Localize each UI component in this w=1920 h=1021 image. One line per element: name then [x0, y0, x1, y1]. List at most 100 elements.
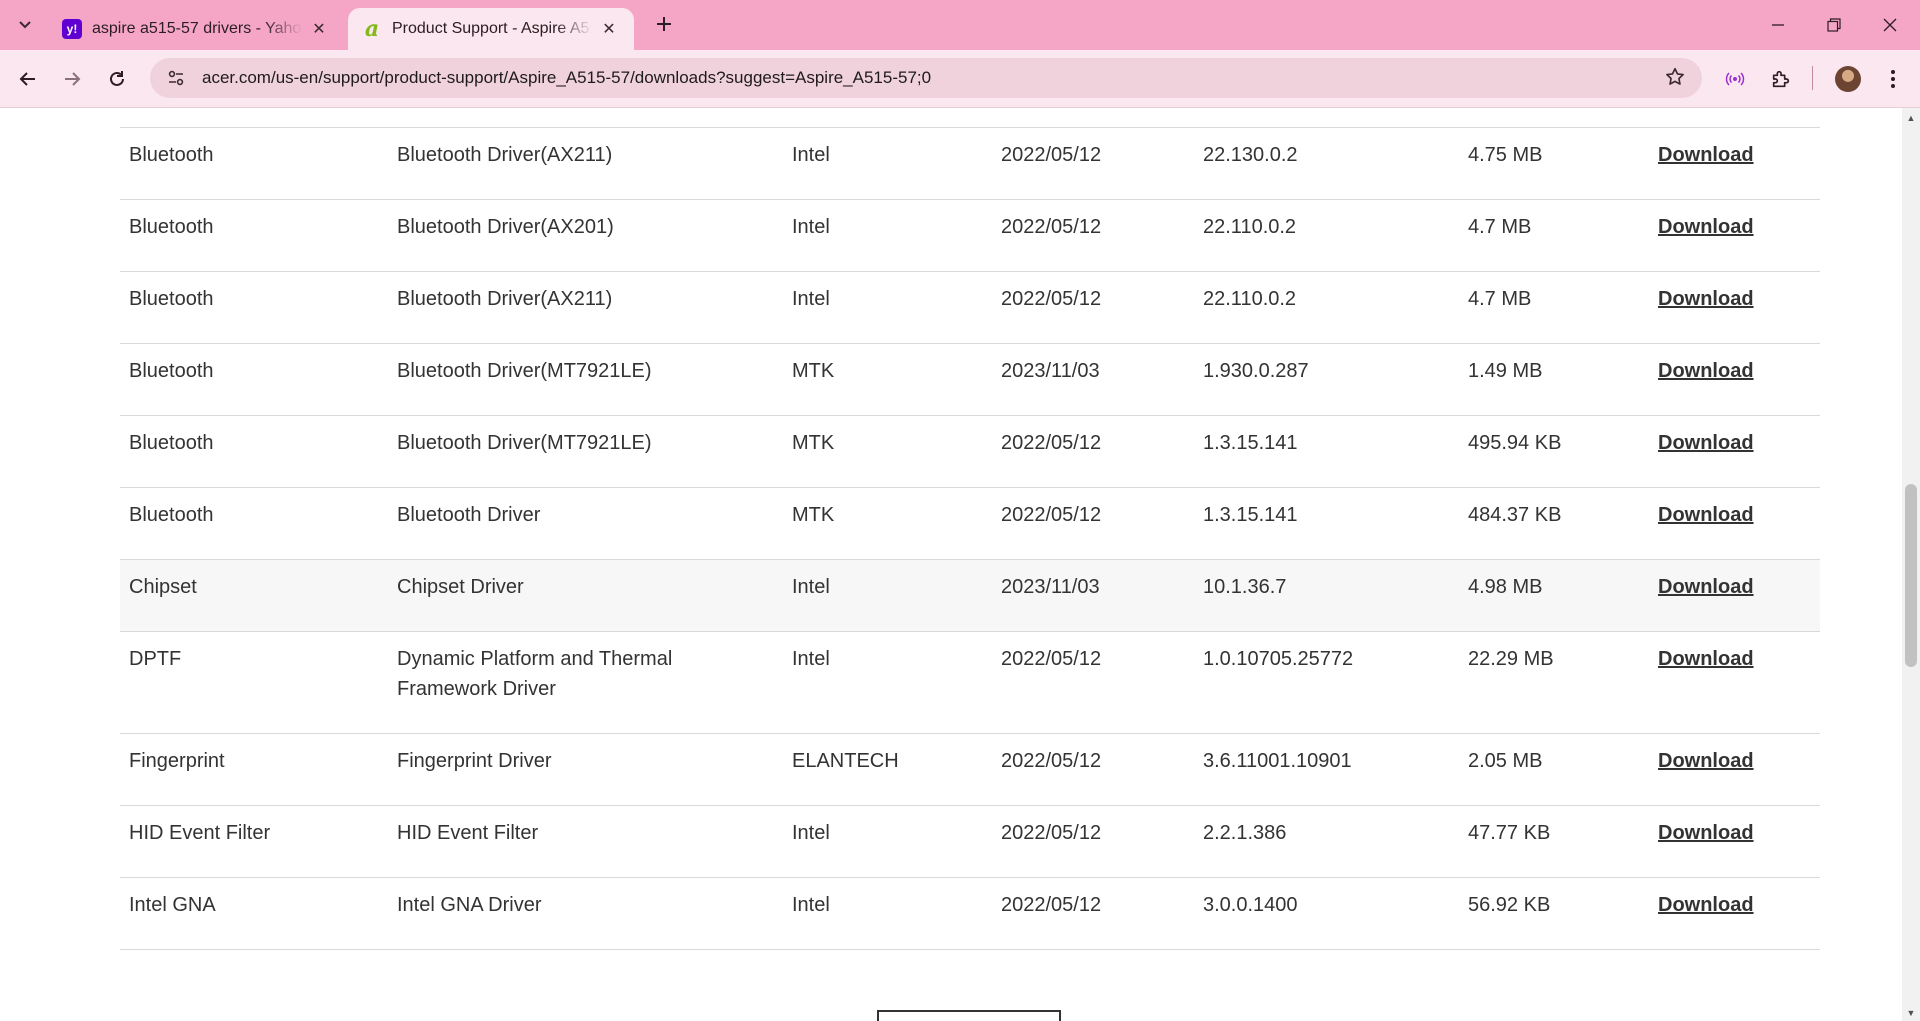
restore-button[interactable]	[1806, 0, 1862, 50]
driver-description: Chipset Driver	[397, 576, 524, 598]
driver-category: HID Event Filter	[129, 822, 271, 844]
download-link[interactable]: Download	[1658, 572, 1808, 602]
driver-date: 2023/11/03	[1001, 576, 1100, 598]
driver-size: 22.29 MB	[1468, 648, 1554, 670]
driver-size: 4.98 MB	[1468, 576, 1543, 598]
page-viewport: Bluetooth Bluetooth Driver(AX211) Intel 202…	[0, 108, 1902, 1021]
driver-date: 2022/05/12	[1001, 822, 1102, 844]
address-bar[interactable]: acer.com/us-en/support/product-support/A…	[150, 58, 1702, 98]
table-row: HID Event Filter HID Event Filter Intel 202…	[120, 806, 1820, 878]
driver-version: 1.3.15.141	[1203, 504, 1298, 526]
forward-button[interactable]	[57, 64, 87, 94]
driver-date: 2022/05/12	[1001, 144, 1102, 166]
tab-yahoo-search[interactable]: y! aspire a515-57 drivers - Yahoo Search…	[48, 8, 344, 50]
table-row: Intel GNA Intel GNA Driver Intel 2022/05/12…	[120, 878, 1820, 950]
driver-size: 2.05 MB	[1468, 750, 1543, 772]
restore-icon	[1827, 18, 1841, 32]
drivers-table: Bluetooth Bluetooth Driver(AX211) Intel 202…	[120, 108, 1820, 950]
table-row: Bluetooth Bluetooth Driver(MT7921LE) MTK 20…	[120, 344, 1820, 416]
driver-category: Bluetooth	[129, 144, 214, 166]
close-tab-icon[interactable]: ✕	[308, 18, 330, 40]
arrow-right-icon	[65, 72, 81, 86]
close-icon	[1883, 18, 1897, 32]
table-row: Bluetooth Bluetooth Driver(AX201) Intel 202…	[120, 200, 1820, 272]
url-text[interactable]: acer.com/us-en/support/product-support/A…	[202, 68, 931, 88]
menu-kebab-icon[interactable]	[1878, 64, 1908, 94]
driver-date: 2022/05/12	[1001, 288, 1102, 310]
driver-date: 2022/05/12	[1001, 432, 1102, 454]
toolbar-divider	[1812, 66, 1813, 90]
reload-button[interactable]	[102, 64, 132, 94]
driver-description: Fingerprint Driver	[397, 750, 552, 772]
driver-category: Bluetooth	[129, 504, 214, 526]
download-link[interactable]: Download	[1658, 644, 1808, 674]
tab-title: Product Support - Aspire A515-57	[392, 20, 592, 37]
close-window-button[interactable]	[1862, 0, 1918, 50]
driver-date: 2022/05/12	[1001, 648, 1102, 670]
download-link[interactable]: Download	[1658, 212, 1808, 242]
driver-date: 2022/05/12	[1001, 894, 1102, 916]
table-row: BluetoothBluetooth Driver(AX211)Intel202…	[120, 272, 1820, 344]
driver-size: 1.49 MB	[1468, 360, 1543, 382]
download-link[interactable]: Download	[1658, 356, 1808, 386]
download-link[interactable]: Download	[1658, 500, 1808, 530]
tab-title: aspire a515-57 drivers - Yahoo Search	[92, 20, 302, 37]
driver-category: Fingerprint	[129, 750, 225, 772]
extensions-icon[interactable]	[1766, 64, 1796, 94]
table-row: Bluetooth Bluetooth Driver MTK 2022/05/12 1.…	[120, 488, 1820, 560]
driver-size: 484.37 KB	[1468, 504, 1562, 526]
minimize-button[interactable]	[1750, 0, 1806, 50]
download-link[interactable]: Download	[1658, 818, 1808, 848]
driver-category: DPTF	[129, 648, 182, 670]
driver-vendor: Intel	[792, 822, 830, 844]
driver-version: 22.110.0.2	[1203, 216, 1297, 238]
browser-toolbar: acer.com/us-en/support/product-support/A…	[0, 50, 1920, 108]
driver-size: 47.77 KB	[1468, 822, 1551, 844]
tab-search-button[interactable]	[10, 9, 40, 39]
new-tab-button[interactable]	[650, 10, 678, 38]
download-link[interactable]: Download	[1658, 746, 1808, 776]
back-button[interactable]	[13, 64, 43, 94]
driver-vendor: Intel	[792, 648, 830, 670]
driver-date: 2022/05/12	[1001, 504, 1102, 526]
driver-description: Intel GNA Driver	[397, 894, 542, 916]
cast-media-icon[interactable]	[1720, 64, 1750, 94]
driver-version: 22.110.0.2	[1203, 288, 1297, 310]
driver-vendor: MTK	[792, 360, 835, 382]
driver-vendor: Intel	[792, 288, 830, 310]
download-link[interactable]: Download	[1658, 140, 1808, 170]
scroll-up-arrow-icon[interactable]: ▲	[1902, 110, 1920, 126]
tab-product-support[interactable]: a Product Support - Aspire A515-57 ✕	[348, 8, 634, 50]
bookmark-star-icon[interactable]	[1664, 66, 1688, 90]
table-row: Bluetooth Bluetooth Driver(MT7921LE) MTK 20…	[120, 416, 1820, 488]
chevron-down-icon	[19, 21, 31, 29]
driver-version: 10.1.36.7	[1203, 576, 1287, 598]
yahoo-icon: y!	[62, 19, 82, 39]
download-link[interactable]: Download	[1658, 428, 1808, 458]
site-info-icon[interactable]	[164, 66, 188, 90]
page-scrollbar[interactable]: ▲ ▼	[1902, 108, 1920, 1021]
table-row: BluetoothBluetooth Driver(AX211)Intel202…	[120, 128, 1820, 200]
driver-date: 2022/05/12	[1001, 216, 1102, 238]
profile-avatar[interactable]	[1835, 66, 1861, 92]
driver-category: Bluetooth	[129, 216, 214, 238]
scrollbar-thumb[interactable]	[1905, 484, 1917, 667]
show-more-button[interactable]	[877, 1010, 1061, 1021]
download-link[interactable]: Download	[1658, 890, 1808, 920]
download-link[interactable]: Download	[1658, 284, 1808, 314]
close-tab-icon[interactable]: ✕	[598, 18, 620, 40]
driver-version: 22.130.0.2	[1203, 144, 1298, 166]
table-row: BluetoothBluetooth Driver(AX211)Intel202…	[120, 108, 1820, 128]
table-row: Fingerprint Fingerprint Driver ELANTECH 202…	[120, 734, 1820, 806]
driver-vendor: MTK	[792, 432, 835, 454]
acer-icon: a	[364, 16, 380, 42]
scroll-down-arrow-icon[interactable]: ▼	[1902, 1005, 1920, 1021]
driver-category: Chipset	[129, 576, 197, 598]
driver-description: Bluetooth Driver(AX211)	[397, 288, 613, 310]
driver-description: HID Event Filter	[397, 822, 539, 844]
minimize-icon	[1772, 24, 1784, 26]
arrow-left-icon	[19, 72, 35, 86]
driver-vendor: Intel	[792, 894, 830, 916]
driver-version: 1.930.0.287	[1203, 360, 1309, 382]
driver-description: Bluetooth Driver(MT7921LE)	[397, 360, 652, 382]
